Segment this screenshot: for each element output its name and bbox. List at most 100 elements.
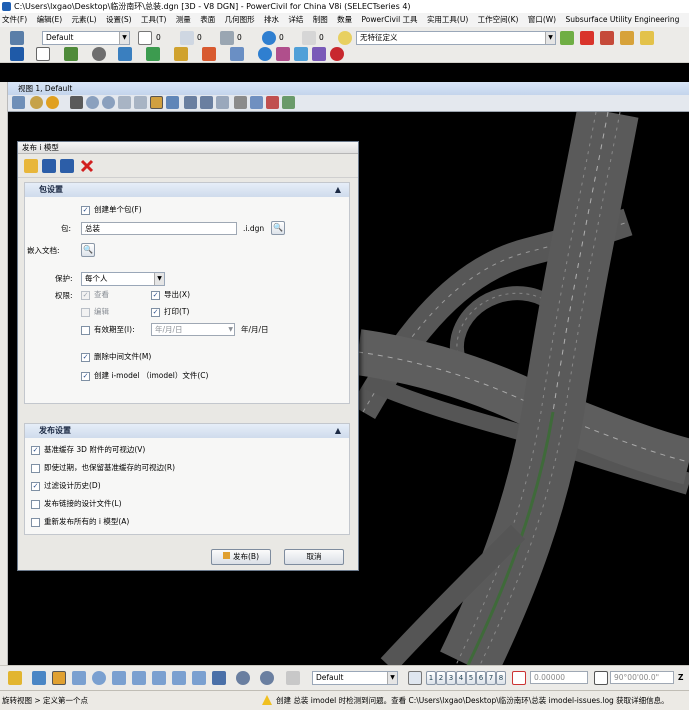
view-previous-icon[interactable]: [184, 96, 197, 109]
clip-volume-icon[interactable]: [234, 96, 247, 109]
point-icon[interactable]: [112, 671, 126, 685]
views-icon[interactable]: [408, 671, 422, 685]
publish-icon[interactable]: [312, 47, 326, 61]
menu-item[interactable]: 排水: [264, 15, 279, 24]
expiry-date-field[interactable]: 年/月/日 ▼: [151, 323, 235, 336]
transparency-icon[interactable]: [302, 31, 316, 45]
render-icon[interactable]: [294, 47, 308, 61]
cancel-button[interactable]: 取消: [284, 549, 344, 565]
level-icon[interactable]: [138, 31, 152, 45]
accudraw-icon[interactable]: [260, 671, 274, 685]
arc-icon[interactable]: [72, 671, 86, 685]
raster-icon[interactable]: [118, 47, 132, 61]
circle-icon[interactable]: [92, 671, 106, 685]
copy-view-icon[interactable]: [216, 96, 229, 109]
view-button-7[interactable]: 7: [486, 671, 496, 685]
menu-item[interactable]: 测量: [176, 15, 191, 24]
element-template-icon[interactable]: [10, 31, 24, 45]
walk-icon[interactable]: [266, 96, 279, 109]
color-icon[interactable]: [262, 31, 276, 45]
expiry-checkbox[interactable]: [81, 326, 90, 335]
style-combo[interactable]: Default ▼: [42, 31, 130, 45]
protection-combo[interactable]: 每个人 ▼: [81, 272, 165, 286]
menu-item[interactable]: 几何图形: [225, 15, 255, 24]
new-file-icon[interactable]: [36, 47, 50, 61]
delete-icon[interactable]: [80, 159, 94, 173]
x-icon[interactable]: [152, 671, 166, 685]
place-line-icon[interactable]: [32, 671, 46, 685]
menu-item[interactable]: 数量: [337, 15, 352, 24]
pan-view-icon[interactable]: [166, 96, 179, 109]
bottom-style-combo[interactable]: Default ▼: [312, 671, 398, 685]
snap-icon[interactable]: [92, 47, 106, 61]
open-folder-icon[interactable]: [24, 159, 38, 173]
menu-item[interactable]: Subsurface Utility Engineering: [566, 15, 680, 24]
view-next-icon[interactable]: [200, 96, 213, 109]
view-attributes-icon[interactable]: [12, 96, 25, 109]
coordinate-field[interactable]: 0.00000: [530, 671, 588, 684]
package-settings-header[interactable]: 包设置 ▲: [25, 183, 349, 197]
stop-icon[interactable]: [330, 47, 344, 61]
feature-toggle-icon[interactable]: [560, 31, 574, 45]
tasks-icon[interactable]: [230, 47, 244, 61]
info-icon[interactable]: [258, 47, 272, 61]
view-button-5[interactable]: 5: [466, 671, 476, 685]
camera-icon[interactable]: [282, 96, 295, 109]
perm-print-checkbox[interactable]: ✓: [151, 308, 160, 317]
menu-item[interactable]: 元素(L): [72, 15, 97, 24]
perm-export-checkbox[interactable]: ✓: [151, 291, 160, 300]
display-style-icon[interactable]: [30, 96, 43, 109]
menu-item[interactable]: 设置(S): [106, 15, 132, 24]
menu-item[interactable]: PowerCivil 工具: [362, 15, 418, 24]
publish-button[interactable]: 发布(B): [211, 549, 271, 565]
task-navigation-strip[interactable]: [0, 82, 8, 682]
clip-mask-icon[interactable]: [250, 96, 263, 109]
paint-icon[interactable]: [580, 31, 594, 45]
models-icon[interactable]: [146, 47, 160, 61]
feature-definition-combo[interactable]: 无特征定义 ▼: [356, 31, 556, 45]
clash-icon[interactable]: [276, 47, 290, 61]
option-checkbox[interactable]: ✓: [31, 446, 40, 455]
view-button-2[interactable]: 2: [436, 671, 446, 685]
create-single-package-checkbox[interactable]: ✓: [81, 206, 90, 215]
menu-item[interactable]: 详结: [288, 15, 303, 24]
display-icon[interactable]: [202, 47, 216, 61]
menu-item[interactable]: 表面: [200, 15, 215, 24]
level-display-icon[interactable]: [286, 671, 300, 685]
menu-item[interactable]: 窗口(W): [528, 15, 556, 24]
option-checkbox[interactable]: ✓: [31, 482, 40, 491]
delete-intermediate-checkbox[interactable]: ✓: [81, 353, 90, 362]
fence-icon[interactable]: [212, 671, 226, 685]
perpendicular-icon[interactable]: [192, 671, 206, 685]
embed-docs-button[interactable]: 🔍: [81, 243, 95, 257]
measure-icon[interactable]: [172, 671, 186, 685]
menu-item[interactable]: 文件(F): [2, 15, 27, 24]
curve-icon[interactable]: [132, 671, 146, 685]
view-button-1[interactable]: 1: [426, 671, 436, 685]
publish-settings-header[interactable]: 发布设置 ▲: [25, 424, 349, 438]
angle-field[interactable]: 90°00'00.0": [610, 671, 674, 684]
element-selection-icon[interactable]: [8, 671, 22, 685]
place-smartline-icon[interactable]: [52, 671, 66, 685]
menu-item[interactable]: 实用工具(U): [427, 15, 468, 24]
collapse-icon[interactable]: ▲: [335, 183, 341, 197]
pencil-icon[interactable]: [620, 31, 634, 45]
collapse-icon[interactable]: ▲: [335, 424, 341, 438]
zoom-in-icon[interactable]: [86, 96, 99, 109]
package-name-field[interactable]: 总装: [81, 222, 237, 235]
create-imodel-checkbox[interactable]: ✓: [81, 372, 90, 381]
feature-icon[interactable]: [338, 31, 352, 45]
browse-package-button[interactable]: 🔍: [271, 221, 285, 235]
view-button-8[interactable]: 8: [496, 671, 506, 685]
snap-mode-icon[interactable]: [236, 671, 250, 685]
references-icon[interactable]: [64, 47, 78, 61]
house-icon[interactable]: [600, 31, 614, 45]
menu-item[interactable]: 工作空间(K): [478, 15, 519, 24]
update-view-icon[interactable]: [70, 96, 83, 109]
status-message[interactable]: 创建 总装 imodel 时检测到问题。查看 C:\Users\lxgao\De…: [276, 691, 686, 710]
view-button-4[interactable]: 4: [456, 671, 466, 685]
view-button-6[interactable]: 6: [476, 671, 486, 685]
lock-icon[interactable]: [640, 31, 654, 45]
line-weight-icon[interactable]: [220, 31, 234, 45]
zoom-out-icon[interactable]: [102, 96, 115, 109]
